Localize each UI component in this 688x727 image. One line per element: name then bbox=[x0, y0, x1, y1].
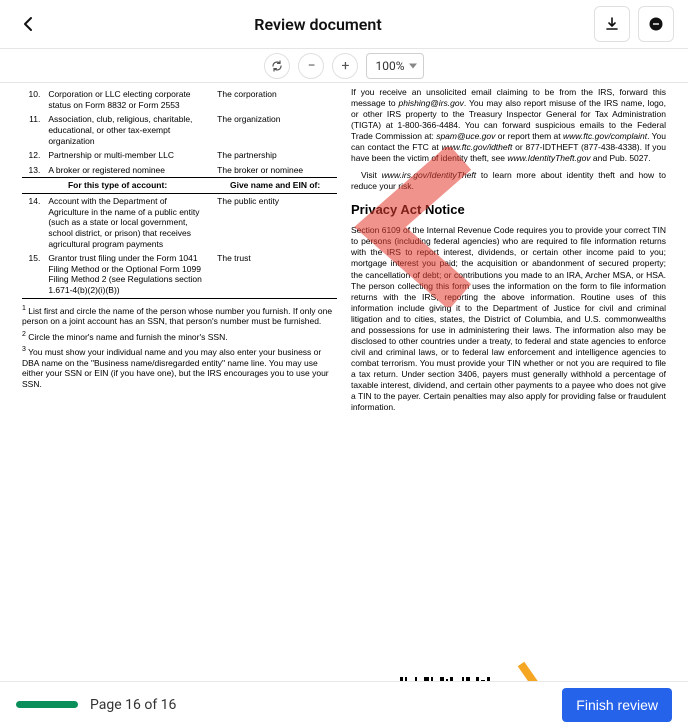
minus-icon: − bbox=[307, 58, 315, 74]
right-column: If you receive an unsolicited email clai… bbox=[351, 87, 666, 413]
zoom-select[interactable]: 100% bbox=[366, 53, 423, 79]
table-row: 10.Corporation or LLC electing corporate… bbox=[22, 87, 337, 112]
zoom-in-button[interactable]: + bbox=[332, 53, 358, 79]
table-row: 13.A broker or registered nomineeThe bro… bbox=[22, 163, 337, 178]
chevron-left-icon bbox=[23, 16, 33, 32]
download-button[interactable] bbox=[594, 6, 630, 42]
table-header-right: Give name and EIN of: bbox=[213, 178, 337, 194]
document-page: 10.Corporation or LLC electing corporate… bbox=[0, 83, 688, 423]
page-indicator: Page 16 of 16 bbox=[90, 697, 176, 713]
comment-icon bbox=[648, 16, 664, 32]
page-title: Review document bbox=[254, 15, 381, 34]
table-header-left: For this type of account: bbox=[22, 178, 213, 194]
table-row: 11.Association, club, religious, charita… bbox=[22, 112, 337, 148]
zoom-toolbar: − + 100% bbox=[0, 49, 688, 83]
comment-button[interactable] bbox=[638, 6, 674, 42]
footnotes: 1 List first and circle the name of the … bbox=[22, 305, 337, 390]
refresh-icon bbox=[271, 60, 283, 72]
download-icon bbox=[604, 16, 620, 32]
privacy-act-notice-heading: Privacy Act Notice bbox=[351, 202, 666, 219]
back-button[interactable] bbox=[14, 10, 42, 38]
finish-review-button[interactable]: Finish review bbox=[562, 688, 672, 722]
annotation-orange-arrow-icon bbox=[509, 654, 629, 681]
plus-icon: + bbox=[342, 58, 350, 74]
table-row: 15.Grantor trust filing under the Form 1… bbox=[22, 251, 337, 298]
zoom-out-button[interactable]: − bbox=[298, 53, 324, 79]
refresh-button[interactable] bbox=[264, 53, 290, 79]
table-row: 12.Partnership or multi-member LLCThe pa… bbox=[22, 148, 337, 163]
document-viewport[interactable]: 10.Corporation or LLC electing corporate… bbox=[0, 83, 688, 681]
zoom-value: 100% bbox=[375, 59, 404, 73]
progress-bar bbox=[16, 701, 78, 708]
review-footer: Page 16 of 16 Finish review bbox=[0, 681, 688, 727]
table-row: 14.Account with the Department of Agricu… bbox=[22, 194, 337, 252]
account-type-table: 10.Corporation or LLC electing corporate… bbox=[22, 87, 337, 299]
app-header: Review document bbox=[0, 0, 688, 49]
